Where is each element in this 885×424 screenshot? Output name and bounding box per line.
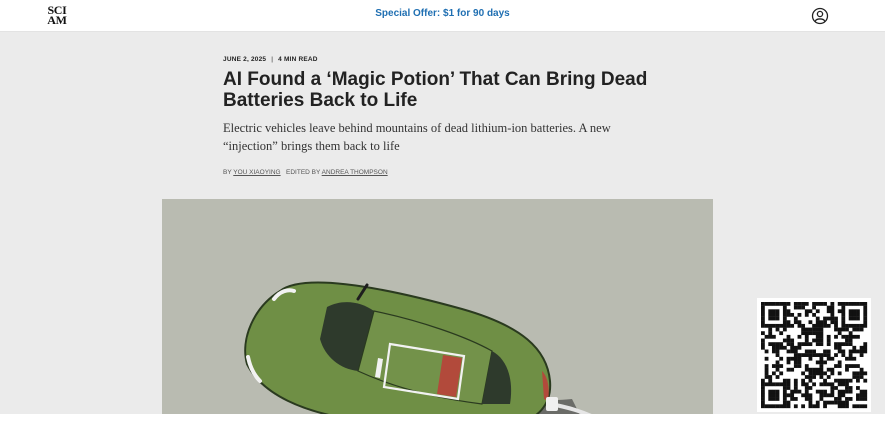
top-bar: SCI AM Special Offer: $1 for 90 days (0, 0, 885, 32)
byline: BY YOU XIAOYING EDITED BY ANDREA THOMPSO… (223, 169, 388, 176)
user-circle-icon[interactable] (811, 7, 829, 25)
article-title: AI Found a ‘Magic Potion’ That Can Bring… (223, 69, 648, 111)
edited-by-label: EDITED BY (286, 169, 321, 176)
meta-separator: | (271, 56, 274, 63)
editor-link[interactable]: ANDREA THOMPSON (322, 169, 388, 176)
bottom-strip (0, 414, 885, 424)
qr-code-icon[interactable] (757, 298, 871, 412)
by-label: BY (223, 169, 232, 176)
article-meta: JUNE 2, 2025 | 4 MIN READ (223, 56, 318, 63)
article-dek: Electric vehicles leave behind mountains… (223, 121, 611, 153)
publish-date: JUNE 2, 2025 (223, 56, 267, 63)
read-time: 4 MIN READ (278, 56, 318, 63)
author-link[interactable]: YOU XIAOYING (233, 169, 280, 176)
hero-image (162, 199, 713, 414)
article-area: JUNE 2, 2025 | 4 MIN READ AI Found a ‘Magi… (0, 32, 885, 414)
special-offer-link[interactable]: Special Offer: $1 for 90 days (375, 8, 510, 19)
special-offer-banner: Special Offer: $1 for 90 days (0, 8, 885, 19)
car-battery-illustration (162, 199, 713, 414)
